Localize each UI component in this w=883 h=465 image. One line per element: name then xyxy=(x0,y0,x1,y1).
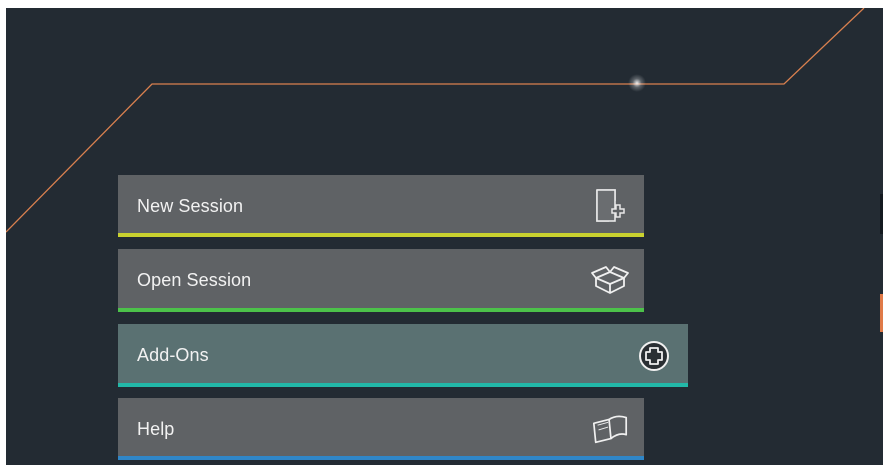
new-document-icon xyxy=(590,186,630,226)
add-ons-button[interactable]: Add-Ons xyxy=(118,324,688,387)
open-session-accent-bar xyxy=(118,308,644,312)
new-session-accent-bar xyxy=(118,233,644,237)
new-session-button[interactable]: New Session xyxy=(118,175,644,237)
help-button[interactable]: Help xyxy=(118,398,644,460)
add-ons-accent-bar xyxy=(118,383,688,387)
add-ons-label: Add-Ons xyxy=(137,345,209,365)
new-session-label: New Session xyxy=(137,195,244,216)
light-glint xyxy=(628,74,646,92)
help-label: Help xyxy=(137,418,175,439)
plus-circle-icon xyxy=(634,336,674,376)
open-session-button[interactable]: Open Session xyxy=(118,249,644,312)
open-box-icon xyxy=(590,261,630,301)
help-accent-bar xyxy=(118,456,644,460)
app-window: New Session Open Session Add-Ons Help xyxy=(6,8,883,465)
open-session-label: Open Session xyxy=(137,270,252,290)
book-icon xyxy=(590,409,630,449)
